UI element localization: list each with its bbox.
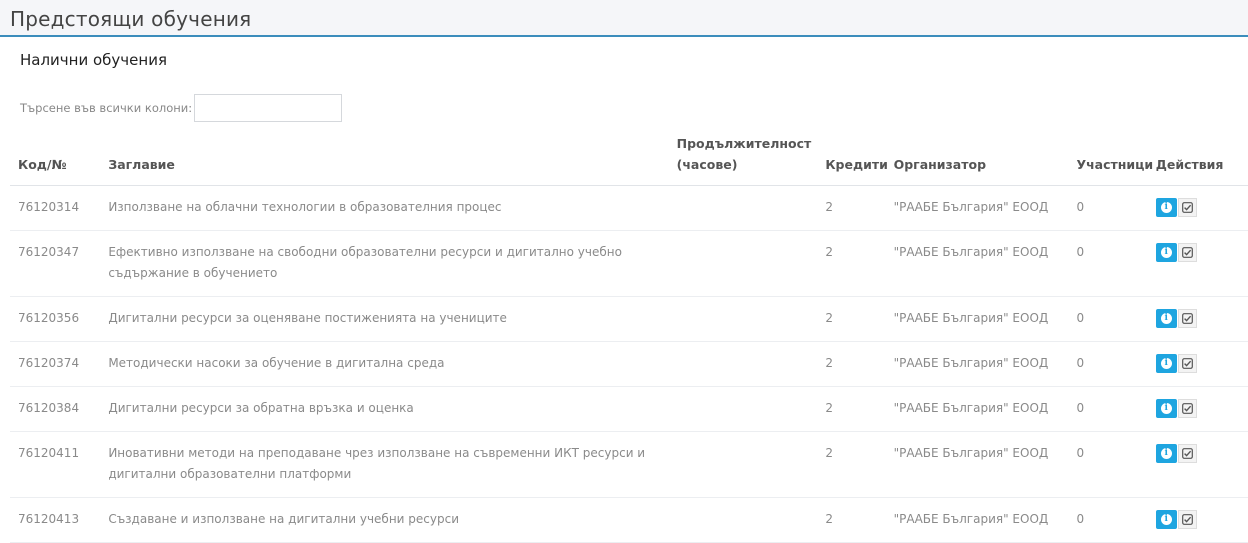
cell-title: Ефективно използване на свободни образов… (100, 230, 669, 297)
enroll-button[interactable] (1177, 399, 1197, 418)
info-button[interactable]: i (1155, 354, 1177, 373)
cell-credits: 2 (817, 230, 886, 297)
cell-title: Използване на облачни технологии в образ… (100, 185, 669, 231)
info-circle-icon: i (1160, 448, 1172, 459)
cell-credits: 2 (817, 431, 886, 498)
check-square-icon (1181, 358, 1193, 369)
info-circle-icon: i (1160, 358, 1172, 369)
cell-duration (668, 230, 818, 297)
cell-credits: 2 (817, 341, 886, 387)
info-button[interactable]: i (1155, 198, 1177, 217)
cell-participants: 0 (1068, 230, 1148, 297)
column-header-duration[interactable]: Продължителност (часове) (668, 133, 818, 186)
table-row: 76120374 Методически насоки за обучение в… (10, 341, 1248, 387)
table-row: 76120384 Дигитални ресурси за обратна връ… (10, 386, 1248, 432)
table-row: 76120314 Използване на облачни технологии… (10, 185, 1248, 231)
cell-title: Дигитални ресурси за обратна връзка и оц… (100, 386, 669, 432)
cell-participants: 0 (1068, 185, 1148, 231)
cell-duration (668, 341, 818, 387)
cell-credits: 2 (817, 386, 886, 432)
cell-participants: 0 (1068, 296, 1148, 342)
enroll-button[interactable] (1177, 309, 1197, 328)
cell-organizer: "РААБЕ България" ЕООД (885, 386, 1069, 432)
column-header-code[interactable]: Код/№ (10, 133, 101, 186)
cell-duration (668, 296, 818, 342)
cell-code: 76120413 (10, 497, 101, 543)
info-circle-icon: i (1160, 202, 1172, 213)
table-header-row: Код/№ Заглавие Продължителност (часове) … (10, 133, 1248, 186)
cell-credits: 2 (817, 296, 886, 342)
column-header-credits[interactable]: Кредити (817, 133, 888, 186)
cell-actions: i (1147, 386, 1248, 432)
courses-table: Код/№ Заглавие Продължителност (часове) … (10, 133, 1248, 543)
info-button[interactable]: i (1155, 309, 1177, 328)
check-square-icon (1181, 448, 1193, 459)
cell-code: 76120356 (10, 296, 101, 342)
column-header-title[interactable]: Заглавие (100, 133, 669, 186)
cell-duration (668, 386, 818, 432)
cell-duration (668, 497, 818, 543)
info-button[interactable]: i (1155, 399, 1177, 418)
page-header: Предстоящи обучения (0, 0, 1248, 37)
cell-organizer: "РААБЕ България" ЕООД (885, 230, 1069, 297)
info-button[interactable]: i (1155, 444, 1177, 463)
info-circle-icon: i (1160, 313, 1172, 324)
cell-organizer: "РААБЕ България" ЕООД (885, 497, 1069, 543)
cell-participants: 0 (1068, 386, 1148, 432)
page-title: Предстоящи обучения (10, 7, 252, 31)
cell-duration (668, 431, 818, 498)
cell-credits: 2 (817, 497, 886, 543)
table-search: Търсене във всички колони: (20, 93, 343, 123)
cell-code: 76120314 (10, 185, 101, 231)
cell-code: 76120347 (10, 230, 101, 297)
cell-actions: i (1147, 431, 1248, 498)
cell-title: Създаване и използване на дигитални учеб… (100, 497, 669, 543)
cell-participants: 0 (1068, 341, 1148, 387)
cell-credits: 2 (817, 185, 886, 231)
cell-participants: 0 (1068, 431, 1148, 498)
cell-actions: i (1147, 296, 1248, 342)
column-header-actions: Действия (1147, 133, 1248, 186)
table-row: 76120347 Ефективно използване на свободни… (10, 230, 1248, 297)
check-square-icon (1181, 313, 1193, 324)
cell-code: 76120411 (10, 431, 101, 498)
cell-participants: 0 (1068, 497, 1148, 543)
table-row: 76120411 Иновативни методи на преподаване… (10, 431, 1248, 498)
info-button[interactable]: i (1155, 243, 1177, 262)
column-header-participants[interactable]: Участници (1068, 133, 1153, 186)
check-square-icon (1181, 202, 1193, 213)
cell-title: Дигитални ресурси за оценяване постижени… (100, 296, 669, 342)
cell-organizer: "РААБЕ България" ЕООД (885, 431, 1069, 498)
search-label: Търсене във всички колони: (20, 101, 193, 115)
cell-actions: i (1147, 497, 1248, 543)
enroll-button[interactable] (1177, 198, 1197, 217)
cell-title: Методически насоки за обучение в дигитал… (100, 341, 669, 387)
cell-actions: i (1147, 230, 1248, 297)
cell-actions: i (1147, 185, 1248, 231)
check-square-icon (1181, 247, 1193, 258)
cell-organizer: "РААБЕ България" ЕООД (885, 341, 1069, 387)
search-input[interactable] (194, 94, 343, 122)
cell-code: 76120384 (10, 386, 101, 432)
cell-organizer: "РААБЕ България" ЕООД (885, 296, 1069, 342)
column-header-organizer[interactable]: Организатор (885, 133, 1069, 186)
card-title: Налични обучения (20, 51, 167, 69)
enroll-button[interactable] (1177, 243, 1197, 262)
enroll-button[interactable] (1177, 354, 1197, 373)
cell-duration (668, 185, 818, 231)
enroll-button[interactable] (1177, 444, 1197, 463)
info-circle-icon: i (1160, 403, 1172, 414)
cell-actions: i (1147, 341, 1248, 387)
table-row: 76120356 Дигитални ресурси за оценяване п… (10, 296, 1248, 342)
info-circle-icon: i (1160, 247, 1172, 258)
check-square-icon (1181, 403, 1193, 414)
cell-title: Иновативни методи на преподаване чрез из… (100, 431, 669, 498)
table-row: 76120413 Създаване и използване на дигита… (10, 497, 1248, 543)
cell-code: 76120374 (10, 341, 101, 387)
cell-organizer: "РААБЕ България" ЕООД (885, 185, 1069, 231)
